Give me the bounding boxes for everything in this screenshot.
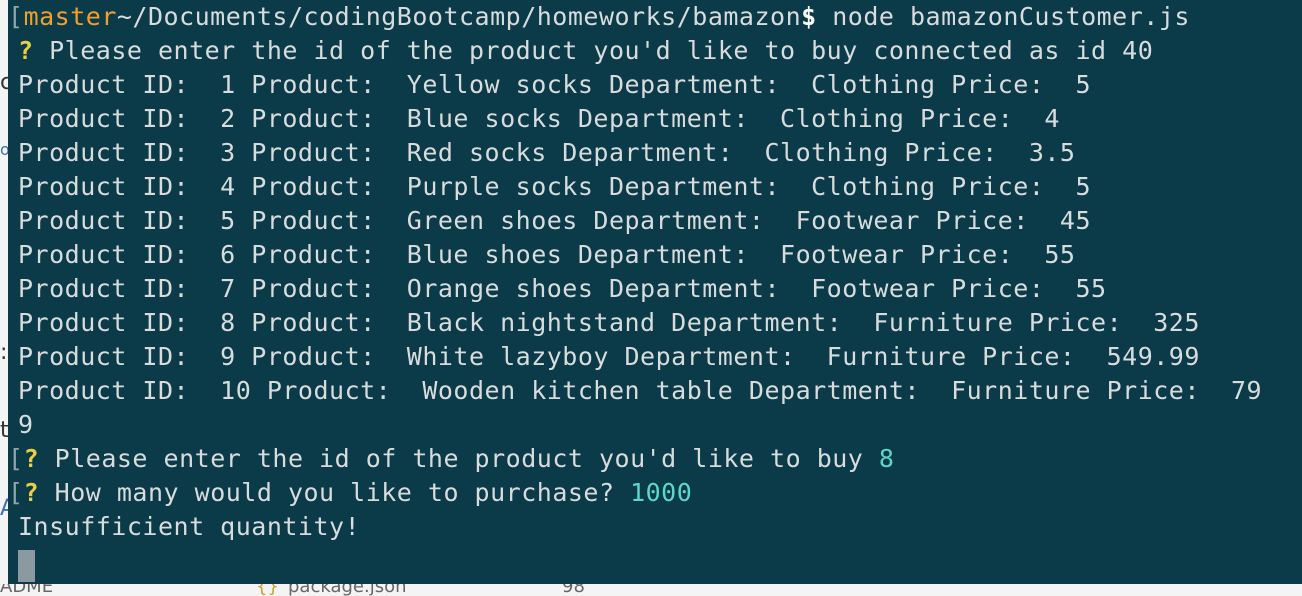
command-text: node bamazonCustomer.js <box>816 2 1190 31</box>
editor-file-label: ADME <box>0 584 54 596</box>
question-mark-icon: ? <box>18 36 34 65</box>
editor-bottom-strip: ADME {} package.json 98 <box>0 584 1302 596</box>
git-branch: master <box>23 2 117 31</box>
inquirer-prompt-quantity: [? How many would you like to purchase? … <box>8 478 693 507</box>
result-message: Insufficient quantity! <box>18 512 361 541</box>
product-row: Product ID: 10 Product: Wooden kitchen t… <box>18 376 1263 405</box>
product-row: Product ID: 1 Product: Yellow socks Depa… <box>18 70 1092 99</box>
product-row: Product ID: 6 Product: Blue shoes Depart… <box>18 240 1076 269</box>
inquirer-prompt: ? Please enter the id of the product you… <box>18 34 1302 68</box>
question-mark-icon: ? <box>23 478 40 507</box>
prompt-text: Please enter the id of the product you'd… <box>39 444 879 473</box>
product-row: Product ID: 8 Product: Black nightstand … <box>18 308 1200 337</box>
cursor-line[interactable] <box>18 544 1302 582</box>
product-row: Product ID: 4 Product: Purple socks Depa… <box>18 172 1092 201</box>
json-file-icon: {} <box>256 584 279 596</box>
editor-line-number: 98 <box>562 584 585 596</box>
editor-file-label: package.json <box>288 584 407 596</box>
prompt-answer: 1000 <box>630 478 693 507</box>
product-row: Product ID: 5 Product: Green shoes Depar… <box>18 206 1092 235</box>
working-directory: ~/Documents/codingBootcamp/homeworks/bam… <box>116 2 802 31</box>
product-row-wrap: 9 <box>18 410 34 439</box>
product-row: Product ID: 9 Product: White lazyboy Dep… <box>18 342 1200 371</box>
terminal-cursor[interactable] <box>18 550 35 582</box>
terminal-window[interactable]: [master~/Documents/codingBootcamp/homewo… <box>8 0 1302 584</box>
prompt-text: Please enter the id of the product you'd… <box>33 36 1154 65</box>
terminal-command-line: [master~/Documents/codingBootcamp/homewo… <box>8 2 1190 31</box>
inquirer-prompt-id: [? Please enter the id of the product yo… <box>8 444 895 473</box>
product-row: Product ID: 7 Product: Orange shoes Depa… <box>18 274 1107 303</box>
product-row: Product ID: 2 Product: Blue socks Depart… <box>18 104 1060 133</box>
editor-glyph: : <box>0 340 8 365</box>
question-mark-icon: ? <box>23 444 40 473</box>
prompt-symbol: $ <box>801 2 817 31</box>
prompt-answer: 8 <box>878 444 895 473</box>
product-row: Product ID: 3 Product: Red socks Departm… <box>18 138 1076 167</box>
prompt-text: How many would you like to purchase? <box>39 478 631 507</box>
